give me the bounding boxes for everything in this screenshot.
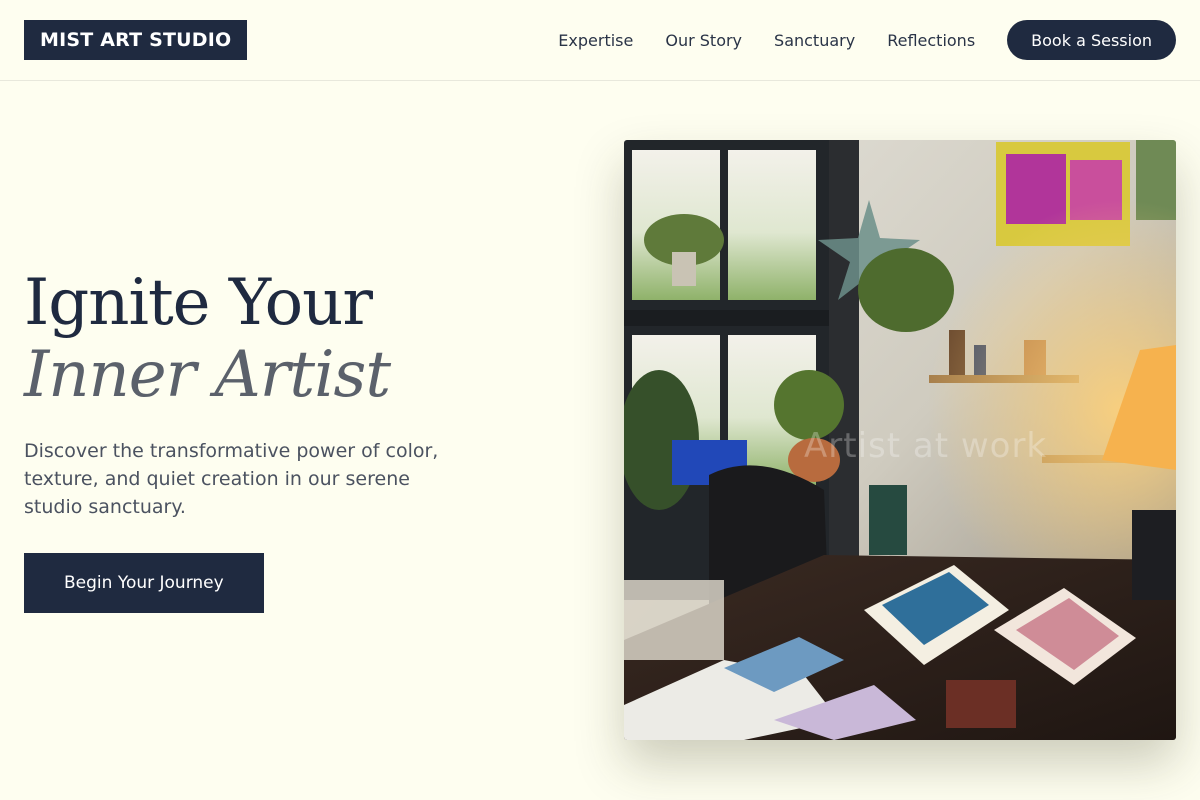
hero-text: Ignite Your Inner Artist Discover the tr… [24, 267, 494, 613]
nav-link-expertise[interactable]: Expertise [558, 31, 633, 50]
nav-link-our-story[interactable]: Our Story [665, 31, 742, 50]
site-header: MIST ART STUDIO Expertise Our Story Sanc… [0, 0, 1200, 81]
image-caption: Artist at work [804, 426, 1048, 466]
hero-image: Artist at work [624, 140, 1176, 740]
nav-link-reflections[interactable]: Reflections [887, 31, 975, 50]
hero-title-line2: Inner Artist [24, 338, 391, 412]
hero-subtitle: Discover the transformative power of col… [24, 440, 439, 518]
main-nav: Expertise Our Story Sanctuary Reflection… [558, 20, 1176, 60]
hero-section: Ignite Your Inner Artist Discover the tr… [0, 81, 1200, 800]
hero-title-line1: Ignite Your [24, 266, 373, 340]
nav-link-sanctuary[interactable]: Sanctuary [774, 31, 855, 50]
logo[interactable]: MIST ART STUDIO [24, 20, 248, 60]
book-session-button[interactable]: Book a Session [1007, 20, 1176, 60]
begin-journey-button[interactable]: Begin Your Journey [24, 553, 264, 613]
